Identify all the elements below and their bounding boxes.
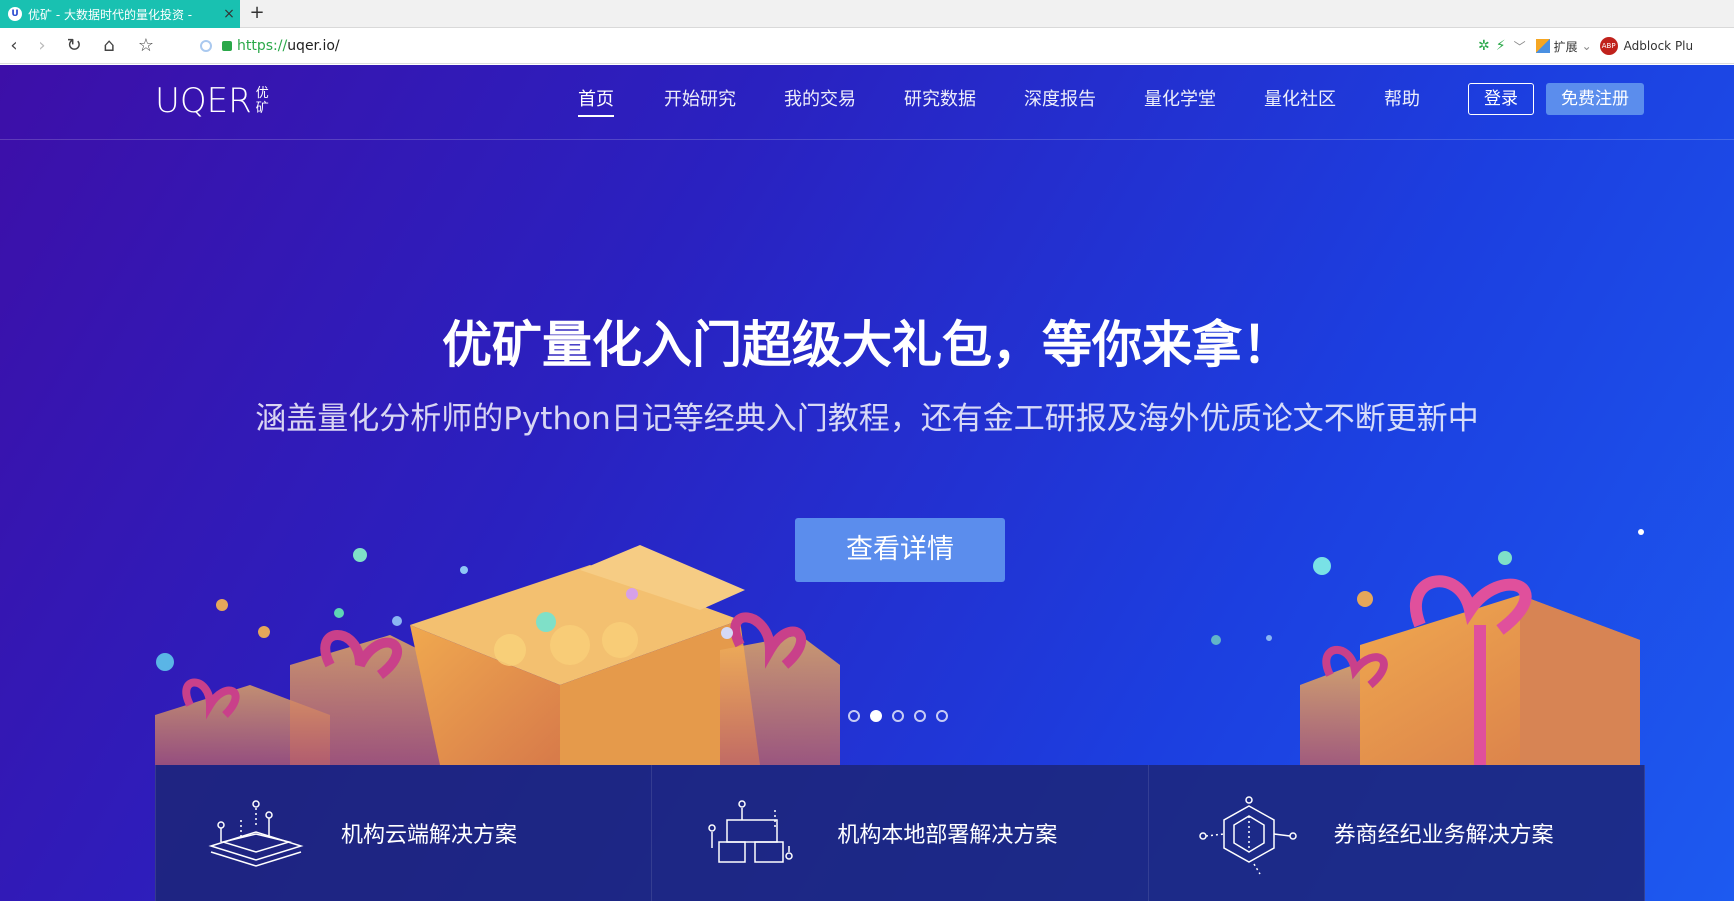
- hero-headline: 优矿量化入门超级大礼包，等你来拿！: [442, 316, 1292, 374]
- carousel-dot-4[interactable]: [914, 710, 926, 722]
- adblock-label[interactable]: Adblock Plu: [1624, 39, 1693, 53]
- flash-ext-icon[interactable]: ⚡: [1496, 38, 1506, 54]
- solution-label: 机构云端解决方案: [341, 823, 518, 848]
- adblock-icon[interactable]: ABP: [1599, 37, 1618, 55]
- nav-item-depth-reports[interactable]: 深度报告: [1024, 85, 1096, 117]
- nav-item-quant-community[interactable]: 量化社区: [1264, 85, 1336, 117]
- solution-label: 机构本地部署解决方案: [837, 823, 1058, 848]
- new-tab-button[interactable]: +: [246, 3, 268, 25]
- browser-toolbar: ‹ › ↻ ⌂ ☆ https:// uqer.io/ ✲ ⚡ ﹀ 扩展 ⌄ A…: [0, 28, 1734, 64]
- home-icon[interactable]: ⌂: [97, 34, 121, 58]
- browser-tabstrip: U 优矿 - 大数据时代的量化投资 - × +: [0, 0, 1734, 28]
- bookmark-star-icon[interactable]: ☆: [134, 34, 158, 58]
- solution-card-local[interactable]: 机构本地部署解决方案: [651, 765, 1147, 901]
- view-details-button[interactable]: 查看详情: [795, 518, 1005, 582]
- carousel-indicators: [848, 710, 948, 722]
- url-host: uqer.io/: [287, 38, 340, 54]
- carousel-dot-1[interactable]: [848, 710, 860, 722]
- back-icon[interactable]: ‹: [2, 34, 26, 58]
- hero-section: UQER 优矿 首页 开始研究 我的交易 研究数据 深度报告 量化学堂 量化社区…: [0, 65, 1734, 901]
- uqer-logo[interactable]: UQER 优矿: [155, 81, 270, 121]
- cloud-layers-icon: [208, 800, 304, 867]
- solution-label: 券商经纪业务解决方案: [1333, 823, 1554, 848]
- hexagon-broker-icon: [1198, 796, 1297, 875]
- local-deploy-icon: [708, 800, 794, 863]
- logo-cn: 优矿: [255, 86, 269, 116]
- nav-item-research-data[interactable]: 研究数据: [904, 85, 976, 117]
- carousel-dot-2[interactable]: [870, 710, 882, 722]
- carousel-dot-5[interactable]: [936, 710, 948, 722]
- nav-item-help[interactable]: 帮助: [1384, 85, 1420, 117]
- solution-card-broker[interactable]: 券商经纪业务解决方案: [1147, 765, 1645, 901]
- nav-item-start-research[interactable]: 开始研究: [664, 85, 736, 117]
- login-button[interactable]: 登录: [1468, 83, 1534, 115]
- tab-title: 优矿 - 大数据时代的量化投资 -: [28, 7, 193, 22]
- dropdown-chevron-icon[interactable]: ﹀: [1514, 38, 1526, 55]
- site-favicon-icon: U: [8, 7, 22, 21]
- nav-item-home[interactable]: 首页: [578, 85, 614, 117]
- register-button[interactable]: 免费注册: [1546, 83, 1644, 115]
- site-navbar: UQER 优矿 首页 开始研究 我的交易 研究数据 深度报告 量化学堂 量化社区…: [0, 65, 1734, 140]
- apps-grid-icon[interactable]: [1535, 39, 1550, 53]
- reload-icon[interactable]: ↻: [62, 34, 86, 58]
- nav-item-my-trades[interactable]: 我的交易: [784, 85, 856, 117]
- extension-icons[interactable]: ✲ ⚡ ﹀ 扩展 ⌄ ABP Adblock Plu: [1478, 34, 1693, 58]
- site-info-icon[interactable]: [200, 40, 212, 52]
- logo-wordmark: UQER: [155, 81, 252, 121]
- secure-lock-icon: [222, 41, 232, 51]
- forward-icon[interactable]: ›: [30, 34, 54, 58]
- address-bar[interactable]: https:// uqer.io/: [200, 34, 1460, 58]
- hero-subline: 涵盖量化分析师的Python日记等经典入门教程，还有金工研报及海外优质论文不断更…: [255, 401, 1479, 437]
- solution-card-cloud[interactable]: 机构云端解决方案: [155, 765, 651, 901]
- nav-item-quant-school[interactable]: 量化学堂: [1144, 85, 1216, 117]
- extensions-label[interactable]: 扩展: [1554, 38, 1578, 55]
- tab-close-icon[interactable]: ×: [218, 6, 240, 22]
- carousel-dot-3[interactable]: [892, 710, 904, 722]
- browser-tab-active[interactable]: U 优矿 - 大数据时代的量化投资 - ×: [0, 0, 240, 28]
- extensions-chevron-icon[interactable]: ⌄: [1582, 39, 1592, 53]
- solutions-bar: 机构云端解决方案 机构本地部署解决方案 券商经纪业务解决方案: [155, 765, 1645, 901]
- url-scheme: https://: [237, 38, 288, 54]
- refresh-ext-icon[interactable]: ✲: [1478, 38, 1490, 54]
